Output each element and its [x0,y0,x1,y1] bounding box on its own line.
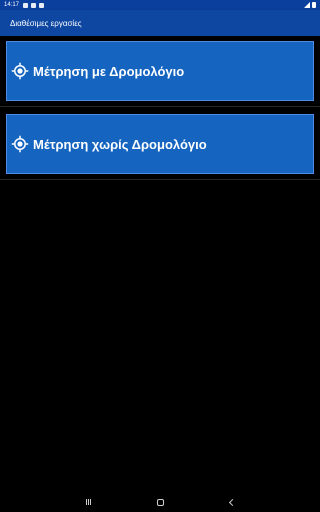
status-bar: 14:17 [0,0,320,10]
battery-icon [312,2,316,8]
gps-target-icon [11,62,29,80]
navigation-bar [0,492,320,512]
task-list: Μέτρηση με Δρομολόγιο Μέτρηση χωρίς Δρομ… [0,36,320,180]
back-button[interactable] [226,496,238,508]
back-icon [228,498,236,506]
recents-icon [85,499,91,505]
task-button-without-route[interactable]: Μέτρηση χωρίς Δρομολόγιο [6,114,314,174]
list-item: Μέτρηση με Δρομολόγιο [0,36,320,107]
app-bar: Διαθέσιμες εργασίες [0,10,320,36]
page-title: Διαθέσιμες εργασίες [10,18,82,28]
screen: 14:17 Διαθέσιμες εργασίες Μέτρηση με Δρο… [0,0,320,512]
gps-target-icon [11,135,29,153]
task-label: Μέτρηση με Δρομολόγιο [33,63,185,79]
list-item: Μέτρηση χωρίς Δρομολόγιο [0,107,320,180]
shield-icon [31,2,37,8]
recents-button[interactable] [82,496,94,508]
task-label: Μέτρηση χωρίς Δρομολόγιο [33,136,207,152]
notification-icon [23,2,29,8]
status-right [304,0,316,10]
home-icon [156,498,164,506]
wifi-icon [304,2,310,8]
task-button-with-route[interactable]: Μέτρηση με Δρομολόγιο [6,41,314,101]
status-time: 14:17 [4,2,20,8]
settings-icon [39,2,45,8]
home-button[interactable] [154,496,166,508]
